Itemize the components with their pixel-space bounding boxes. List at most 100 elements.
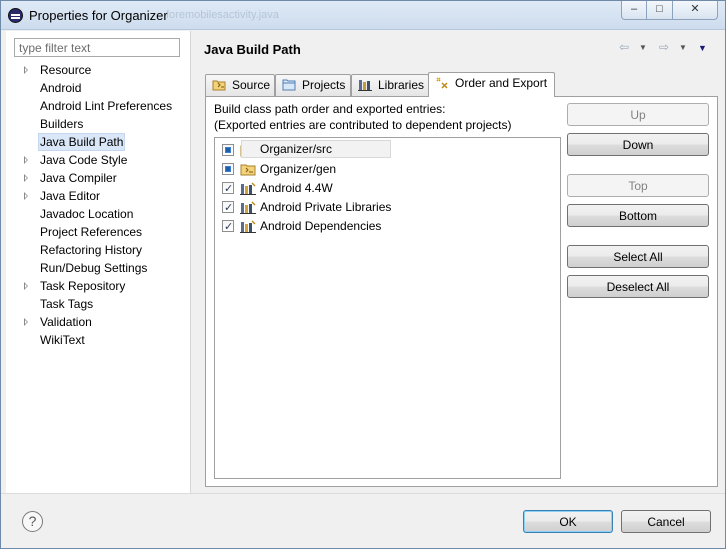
- top-button[interactable]: Top: [567, 174, 709, 197]
- classpath-entry[interactable]: Organizer/gen: [221, 160, 551, 178]
- classpath-entry-label: Android Dependencies: [260, 219, 382, 233]
- tree-item[interactable]: WikiText: [6, 332, 191, 350]
- back-arrow-icon[interactable]: ⇦: [619, 40, 629, 54]
- eclipse-icon: [8, 8, 23, 23]
- bottom-button[interactable]: Bottom: [567, 204, 709, 227]
- order-and-export-panel: Build class path order and exported entr…: [205, 96, 718, 487]
- tab-projects-label: Projects: [302, 78, 346, 92]
- tree-item[interactable]: Task Repository: [6, 278, 191, 296]
- expand-arrow-icon[interactable]: [24, 156, 28, 164]
- tab-projects[interactable]: Projects: [275, 74, 351, 96]
- tab-order-and-export-label: Order and Export: [455, 76, 548, 90]
- tab-order-and-export[interactable]: Order and Export: [428, 72, 555, 97]
- ok-button[interactable]: OK: [523, 510, 613, 533]
- classpath-entry[interactable]: Android Dependencies: [221, 217, 551, 236]
- background-window-title: foremobilesactivity.java: [166, 9, 279, 21]
- tree-item[interactable]: Refactoring History: [6, 242, 191, 260]
- tree-item[interactable]: Java Compiler: [6, 170, 191, 188]
- tree-item-label: Javadoc Location: [40, 207, 134, 221]
- expand-arrow-icon[interactable]: [24, 174, 28, 182]
- export-checkbox[interactable]: [222, 199, 234, 217]
- export-checkbox[interactable]: [222, 144, 234, 156]
- tree-item-label: Project References: [40, 225, 143, 239]
- tree-item[interactable]: Java Code Style: [6, 152, 191, 170]
- source-folder-icon: [212, 80, 226, 91]
- tree-item[interactable]: Resource: [6, 62, 191, 80]
- expand-arrow-icon[interactable]: [24, 66, 28, 74]
- expand-arrow-icon[interactable]: [24, 192, 28, 200]
- tree-item[interactable]: Project References: [6, 224, 191, 242]
- expand-arrow-icon[interactable]: [24, 282, 28, 290]
- view-menu-icon[interactable]: ▼: [698, 43, 707, 53]
- tree-item[interactable]: Run/Debug Settings: [6, 260, 191, 278]
- cancel-button[interactable]: Cancel: [621, 510, 711, 533]
- forward-dropdown-icon[interactable]: ▼: [679, 43, 687, 52]
- title-bar[interactable]: Properties for Organizer foremobilesacti…: [1, 1, 725, 30]
- library-icon: [240, 220, 256, 233]
- library-icon: [240, 182, 256, 195]
- classpath-entry-label: Android 4.4W: [260, 181, 333, 195]
- order-export-icon: [436, 77, 448, 89]
- properties-dialog: Properties for Organizer foremobilesacti…: [0, 0, 726, 549]
- tree-item-label: Java Build Path: [38, 133, 126, 151]
- footer-divider: [1, 493, 725, 494]
- window-title: Properties for Organizer: [29, 8, 168, 23]
- tree-item[interactable]: Validation: [6, 314, 191, 332]
- page-title: Java Build Path: [204, 42, 301, 57]
- tree-item-label: Java Compiler: [40, 171, 117, 185]
- tree-item[interactable]: Java Build Path: [6, 133, 191, 152]
- export-checkbox[interactable]: [222, 180, 234, 198]
- tree-item-label: Android: [40, 81, 82, 95]
- tab-source-label: Source: [232, 78, 271, 92]
- down-button[interactable]: Down: [567, 133, 709, 156]
- up-button[interactable]: Up: [567, 103, 709, 126]
- tree-item-label: Java Editor: [40, 189, 101, 203]
- help-icon[interactable]: ?: [22, 511, 43, 532]
- tree-item[interactable]: Task Tags: [6, 296, 191, 314]
- forward-arrow-icon[interactable]: ⇨: [659, 40, 669, 54]
- deselect-all-button[interactable]: Deselect All: [567, 275, 709, 298]
- tree-item[interactable]: Java Editor: [6, 188, 191, 206]
- projects-icon: [282, 79, 296, 91]
- description-line-1: Build class path order and exported entr…: [214, 102, 446, 116]
- classpath-entry-label: Organizer/src: [241, 140, 391, 158]
- order-description: Build class path order and exported entr…: [214, 101, 512, 133]
- property-page-content: Java Build Path ⇦ ▼ ⇨ ▼ ▼ Source Project…: [192, 31, 725, 493]
- tree-item[interactable]: Javadoc Location: [6, 206, 191, 224]
- classpath-entry[interactable]: Android Private Libraries: [221, 198, 551, 217]
- tree-item-label: Run/Debug Settings: [40, 261, 148, 275]
- tree-item[interactable]: Android Lint Preferences: [6, 98, 191, 116]
- classpath-entry[interactable]: Organizer/src: [221, 140, 551, 159]
- classpath-entry-list[interactable]: Organizer/src Organizer/gen Android 4.4W An…: [214, 137, 561, 479]
- tree-item-label: Resource: [40, 63, 92, 77]
- tree-item[interactable]: Android: [6, 80, 191, 98]
- select-all-button[interactable]: Select All: [567, 245, 709, 268]
- description-line-2: (Exported entries are contributed to dep…: [214, 118, 512, 132]
- tab-source[interactable]: Source: [205, 74, 275, 96]
- maximize-button[interactable]: □: [646, 1, 673, 20]
- classpath-entry[interactable]: Android 4.4W: [221, 179, 551, 198]
- export-checkbox[interactable]: [222, 218, 234, 236]
- tree-item[interactable]: Builders: [6, 116, 191, 134]
- classpath-entry-label: Organizer/gen: [260, 162, 337, 176]
- tab-libraries-label: Libraries: [378, 78, 425, 92]
- tree-item-label: Android Lint Preferences: [40, 99, 173, 113]
- tree-item-label: Task Tags: [40, 297, 94, 311]
- expand-arrow-icon[interactable]: [24, 318, 28, 326]
- tree-item-label: WikiText: [40, 333, 85, 347]
- libraries-icon: [358, 80, 372, 91]
- library-icon: [240, 201, 256, 214]
- tree-item-label: Java Code Style: [40, 153, 128, 167]
- export-checkbox[interactable]: [222, 163, 234, 175]
- back-dropdown-icon[interactable]: ▼: [639, 43, 647, 52]
- tree-item-label: Validation: [40, 315, 92, 329]
- filter-input[interactable]: [14, 38, 180, 57]
- page-navigation: ⇦ ▼ ⇨ ▼ ▼: [619, 40, 709, 56]
- tab-libraries[interactable]: Libraries: [351, 74, 429, 96]
- classpath-entry-label: Android Private Libraries: [260, 200, 392, 214]
- close-button[interactable]: ✕: [672, 1, 718, 20]
- minimize-button[interactable]: –: [621, 1, 647, 20]
- property-page-nav: Resource Android Android Lint Preferences B…: [6, 31, 191, 493]
- tree-item-label: Task Repository: [40, 279, 126, 293]
- tree-item-label: Refactoring History: [40, 243, 143, 257]
